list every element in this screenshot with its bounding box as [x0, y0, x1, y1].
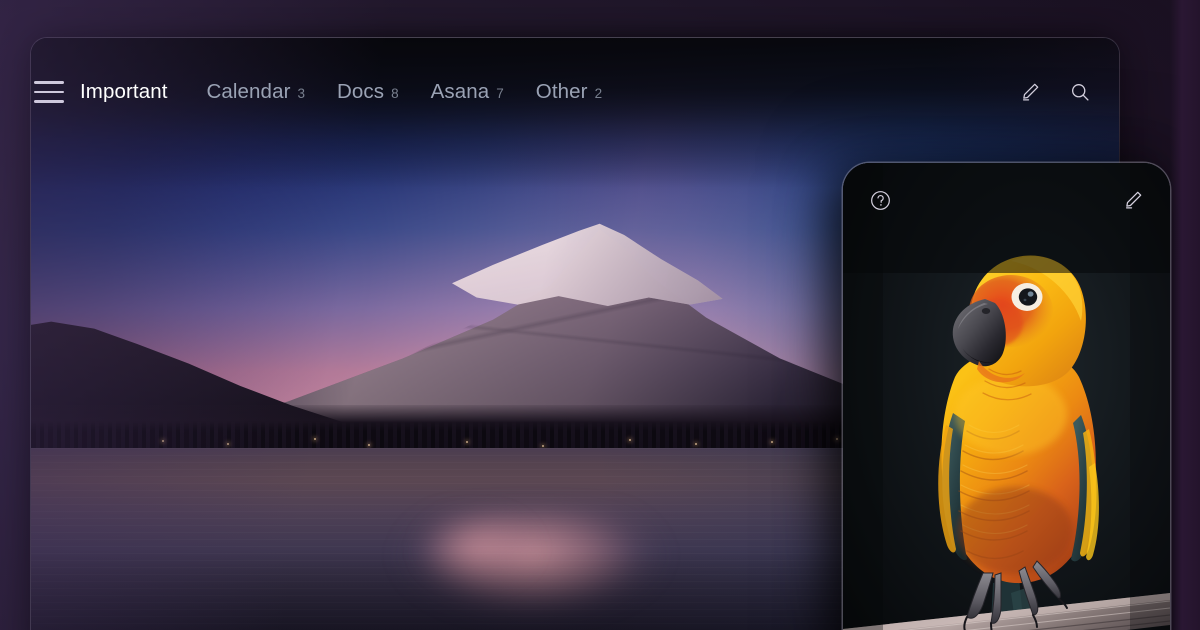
hamburger-line [34, 100, 64, 103]
tab-label: Calendar [206, 80, 291, 103]
tab-badge: 3 [297, 86, 306, 101]
backdrop-right-edge [1170, 0, 1200, 630]
window-navbar: Important Calendar 3 Docs 8 Asana 7 Othe… [31, 38, 1119, 146]
tab-badge: 8 [391, 86, 399, 101]
tab-bar: Important Calendar 3 Docs 8 Asana 7 Othe… [80, 80, 602, 104]
tab-docs[interactable]: Docs 8 [337, 80, 399, 104]
tab-badge: 7 [496, 86, 504, 101]
tab-label: Asana [430, 80, 490, 103]
search-icon[interactable] [1067, 79, 1093, 105]
tab-label: Other [535, 80, 588, 103]
hamburger-menu-icon[interactable] [34, 81, 64, 103]
page-backdrop: Important Calendar 3 Docs 8 Asana 7 Othe… [0, 0, 1200, 630]
phone-topbar [843, 163, 1170, 237]
hamburger-line [34, 90, 64, 94]
phone-overlay-window [843, 163, 1170, 630]
tab-other[interactable]: Other 2 [536, 80, 602, 104]
tab-label: Docs [337, 80, 385, 103]
tab-label: Important [80, 80, 168, 103]
tab-badge: 2 [594, 86, 603, 101]
compose-pencil-icon[interactable] [1017, 79, 1043, 105]
navbar-actions [1017, 79, 1093, 105]
help-circle-icon[interactable] [867, 187, 893, 213]
tab-important[interactable]: Important [80, 80, 175, 104]
tab-calendar[interactable]: Calendar 3 [207, 80, 306, 104]
compose-pencil-icon[interactable] [1120, 187, 1146, 213]
hamburger-line [34, 81, 64, 84]
tab-asana[interactable]: Asana 7 [431, 80, 504, 104]
